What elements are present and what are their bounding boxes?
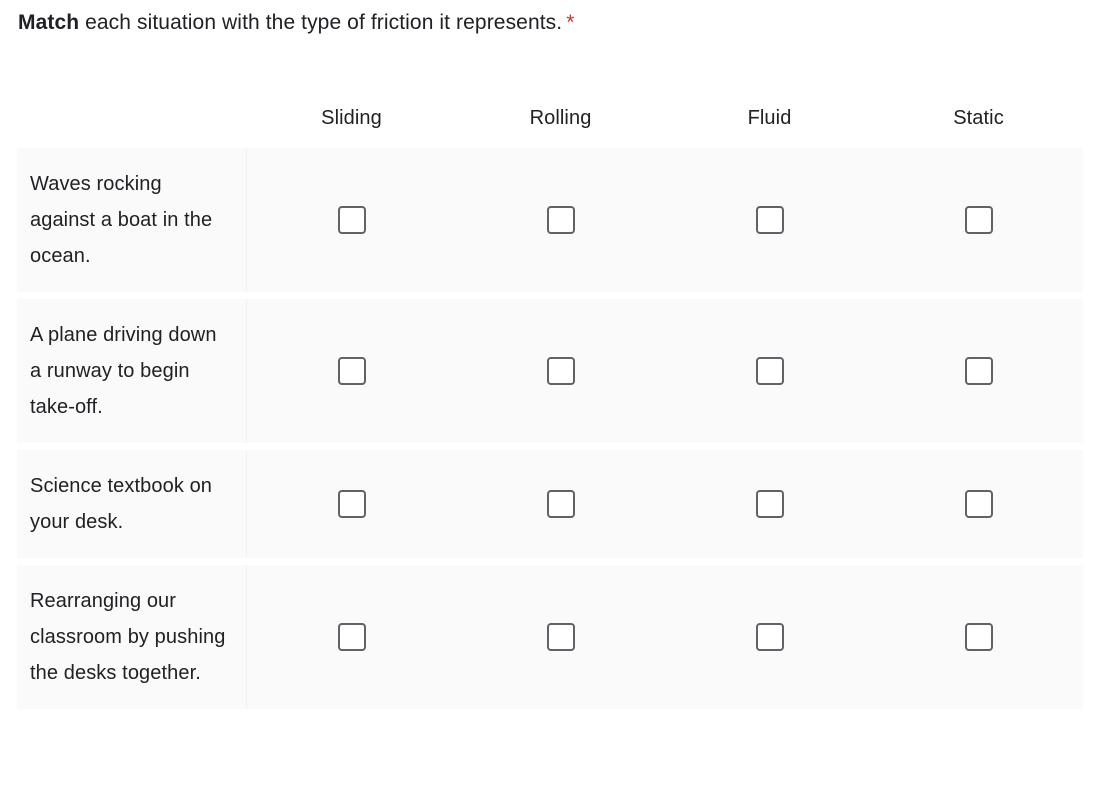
- cell-plane-fluid[interactable]: [665, 299, 874, 443]
- checkbox-textbook-sliding[interactable]: [337, 490, 366, 518]
- checkbox-textbook-static[interactable]: [964, 490, 993, 518]
- grid-header-row: Sliding Rolling Fluid Static: [17, 96, 1083, 148]
- grid-column-header-static: Static: [953, 107, 1004, 129]
- row-label-plane: A plane driving down a runway to begin t…: [17, 299, 247, 443]
- checkbox-grid: Sliding Rolling Fluid Static Waves rocki…: [17, 96, 1083, 709]
- cell-textbook-fluid[interactable]: [665, 450, 874, 558]
- table-row: Science textbook on your desk.: [17, 450, 1083, 558]
- checkbox-textbook-rolling[interactable]: [546, 490, 575, 518]
- row-label-waves: Waves rocking against a boat in the ocea…: [17, 148, 247, 292]
- checkbox-waves-fluid[interactable]: [755, 206, 784, 234]
- cell-classroom-static[interactable]: [874, 565, 1083, 709]
- question-block: Match each situation with the type of fr…: [0, 0, 1118, 792]
- cell-textbook-static[interactable]: [874, 450, 1083, 558]
- cell-plane-rolling[interactable]: [456, 299, 665, 443]
- checkbox-waves-rolling[interactable]: [546, 206, 575, 234]
- checkbox-plane-fluid[interactable]: [755, 357, 784, 385]
- table-row: Rearranging our classroom by pushing the…: [17, 565, 1083, 709]
- question-title-bold: Match: [18, 11, 80, 34]
- cell-classroom-sliding[interactable]: [247, 565, 456, 709]
- checkbox-classroom-static[interactable]: [964, 623, 993, 651]
- checkbox-classroom-rolling[interactable]: [546, 623, 575, 651]
- grid-body: Waves rocking against a boat in the ocea…: [17, 148, 1083, 709]
- cell-textbook-sliding[interactable]: [247, 450, 456, 558]
- cell-waves-static[interactable]: [874, 148, 1083, 292]
- cell-plane-sliding[interactable]: [247, 299, 456, 443]
- grid-column-header-sliding: Sliding: [321, 107, 382, 129]
- cell-textbook-rolling[interactable]: [456, 450, 665, 558]
- checkbox-textbook-fluid[interactable]: [755, 490, 784, 518]
- cell-plane-static[interactable]: [874, 299, 1083, 443]
- required-asterisk: *: [566, 11, 575, 34]
- cell-classroom-fluid[interactable]: [665, 565, 874, 709]
- cell-waves-rolling[interactable]: [456, 148, 665, 292]
- checkbox-waves-sliding[interactable]: [337, 206, 366, 234]
- checkbox-plane-sliding[interactable]: [337, 357, 366, 385]
- checkbox-plane-rolling[interactable]: [546, 357, 575, 385]
- table-row: Waves rocking against a boat in the ocea…: [17, 148, 1083, 292]
- grid-column-header-fluid: Fluid: [747, 107, 792, 129]
- cell-classroom-rolling[interactable]: [456, 565, 665, 709]
- cell-waves-sliding[interactable]: [247, 148, 456, 292]
- row-label-classroom: Rearranging our classroom by pushing the…: [17, 565, 247, 709]
- cell-waves-fluid[interactable]: [665, 148, 874, 292]
- checkbox-classroom-sliding[interactable]: [337, 623, 366, 651]
- question-title-rest: each situation with the type of friction…: [79, 11, 563, 34]
- checkbox-plane-static[interactable]: [964, 357, 993, 385]
- grid-column-header-rolling: Rolling: [529, 107, 592, 129]
- page-title: Match each situation with the type of fr…: [18, 8, 1078, 38]
- checkbox-waves-static[interactable]: [964, 206, 993, 234]
- checkbox-classroom-fluid[interactable]: [755, 623, 784, 651]
- row-label-textbook: Science textbook on your desk.: [17, 450, 247, 558]
- table-row: A plane driving down a runway to begin t…: [17, 299, 1083, 443]
